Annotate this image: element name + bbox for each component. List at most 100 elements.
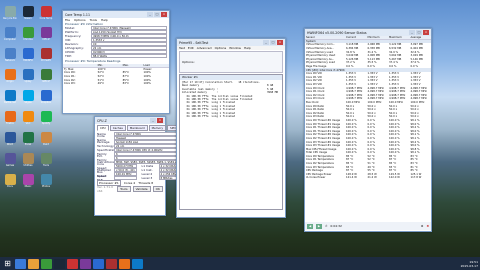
taskbar-app-icon[interactable] xyxy=(132,258,143,269)
app-icon xyxy=(22,90,34,101)
sensor-row[interactable]: IA Cores Power 121.4 W 21.2 W 122.0 W 117.8 … xyxy=(305,176,431,180)
desktop-icon[interactable]: Core Temp xyxy=(38,6,54,25)
tab-mainboard[interactable]: Mainboard xyxy=(126,125,148,131)
taskbar-app-icon[interactable] xyxy=(119,258,130,269)
taskbar-app-icon[interactable] xyxy=(15,258,26,269)
taskbar-app-icon[interactable] xyxy=(106,258,117,269)
forward-arrow-icon[interactable]: ▶ xyxy=(316,223,322,229)
desktop-icon[interactable]: Music xyxy=(20,174,36,193)
close-sensors-icon[interactable]: ✖ xyxy=(426,224,429,228)
validate-button[interactable]: Validate xyxy=(132,186,151,192)
sensor-value: 122.0 W xyxy=(389,176,400,180)
minimize-button[interactable]: _ xyxy=(409,30,415,35)
sensor-row[interactable]: Page File Usage 0.0 % 0.0 % 0.0 % 0.0 % xyxy=(305,65,431,69)
sensor-row[interactable]: Core #1 Thread #0 Usage 100.0 % 0.0 % 100.0… xyxy=(305,126,431,130)
desktop-icon[interactable]: Games xyxy=(2,153,18,172)
desktop-icon[interactable]: HWiNFO xyxy=(20,48,36,67)
desktop-icon[interactable]: Chrome xyxy=(20,27,36,46)
minimize-button[interactable]: _ xyxy=(150,118,156,123)
taskbar-app-icon[interactable] xyxy=(67,258,78,269)
close-button[interactable]: × xyxy=(423,30,429,35)
cpuz-window[interactable]: CPU-Z _× CPUCachesMainboardMemorySPDGrap… xyxy=(94,116,238,216)
menu-item[interactable]: Advanced xyxy=(197,46,212,50)
sensor-row[interactable]: Core #2 Temperature 85 °C 51 °C 85 °C 83 °C xyxy=(305,162,431,166)
cpuz-clocks: Core Speed 5000.27 MHz Multiplier x 50.0 (8… xyxy=(95,162,139,182)
menu-item[interactable]: Help xyxy=(244,46,251,50)
sensor-row[interactable]: Core #0 Thread #0 Usage 100.0 % 0.0 % 100.0… xyxy=(305,119,431,123)
tools-button[interactable]: Tools xyxy=(117,186,131,192)
desktop-icon[interactable]: Utilities xyxy=(20,153,36,172)
hwinfo-titlebar[interactable]: HWiNFO64 v5.00-2090 Sensor Status _ □ × xyxy=(305,29,431,36)
table-row: Core #3: 49°C 83°C 100% xyxy=(63,82,169,86)
desktop-icon-label: Word xyxy=(6,143,14,146)
coretemp-titlebar[interactable]: Core Temp 1.11 _ □ × xyxy=(63,11,169,18)
maximize-button[interactable]: □ xyxy=(154,12,160,17)
desktop-icon[interactable]: Origin xyxy=(2,69,18,88)
taskbar-app-icon[interactable] xyxy=(54,258,65,269)
cpuz-titlebar[interactable]: CPU-Z _ × xyxy=(95,117,165,124)
desktop-icon[interactable]: Battle.net xyxy=(2,90,18,109)
desktop-icon[interactable]: GPU-Z xyxy=(38,69,54,88)
menu-item[interactable]: Options xyxy=(215,46,227,50)
ok-button[interactable]: OK xyxy=(152,186,163,192)
clock-date: 2015-03-17 xyxy=(460,263,478,268)
prime95-titlebar[interactable]: Prime95 - Self-Test _ □ × xyxy=(177,39,285,46)
desktop-icon[interactable]: Paint xyxy=(38,132,54,151)
cpuz-version: Ver. 1.71.0 x64 xyxy=(97,185,114,193)
back-arrow-icon[interactable]: ◀ xyxy=(307,223,313,229)
sensor-row[interactable]: Core #3 Thread #1 Usage 100.0 % 0.0 % 100.0… xyxy=(305,144,431,148)
taskbar-app-icon[interactable] xyxy=(28,258,39,269)
field-label: TDP: xyxy=(65,54,72,58)
desktop-icon[interactable]: Steam xyxy=(20,6,36,25)
settings-icon[interactable]: ⚙ xyxy=(421,224,424,228)
tab-caches[interactable]: Caches xyxy=(109,125,126,131)
desktop-icon[interactable]: Word xyxy=(2,132,18,151)
desktop-icon[interactable]: Network xyxy=(2,48,18,67)
menu-item[interactable]: Edit xyxy=(188,46,194,50)
maximize-button[interactable]: □ xyxy=(270,40,276,45)
coretemp-window[interactable]: Core Temp 1.11 _ □ × File Options Tools Help … xyxy=(62,10,170,114)
prime95-window[interactable]: Prime95 - Self-Test _ □ × Test Edit Advanced… xyxy=(176,38,286,218)
desktop-icon[interactable]: Excel xyxy=(20,132,36,151)
desktop-icon[interactable]: Skype xyxy=(20,90,36,109)
torture-options-panel[interactable]: Options: xyxy=(179,51,283,73)
desktop-icon[interactable]: Prime95 xyxy=(38,48,54,67)
desktop-icon[interactable]: Spotify xyxy=(38,111,54,130)
menu-item[interactable]: Test xyxy=(179,46,185,50)
sensor-row[interactable]: Core #1 Ratio 50.0 x 50.0 x 50.0 x 50.0 x xyxy=(305,108,431,112)
desktop-icon[interactable]: Firefox xyxy=(2,111,18,130)
close-button[interactable]: × xyxy=(161,12,167,17)
desktop-icon[interactable]: VLC xyxy=(20,111,36,130)
desktop-icon[interactable]: Docs xyxy=(2,174,18,193)
desktop-icon[interactable]: CPU-Z xyxy=(38,27,54,46)
field-value: 0x306C3 xyxy=(91,50,167,54)
tab-memory[interactable]: Memory xyxy=(148,125,166,131)
desktop-icon[interactable]: Uplay xyxy=(20,69,36,88)
taskbar-apps xyxy=(15,258,143,269)
hwinfo-window[interactable]: HWiNFO64 v5.00-2090 Sensor Status _ □ × Se… xyxy=(304,28,432,232)
desktop-icon[interactable]: Computer xyxy=(2,27,18,46)
desktop-icon[interactable]: Dropbox xyxy=(38,90,54,109)
sensor-row[interactable]: Core #1 Clock 4,998.7 MHz 4,998.7 MHz 4,998… xyxy=(305,90,431,94)
sensor-name: Core #3 Thread #1 Usage xyxy=(306,144,341,148)
sensor-row[interactable]: Core #2 Thread #1 Usage 100.0 % 0.0 % 100.0… xyxy=(305,137,431,141)
taskbar-app-icon[interactable] xyxy=(80,258,91,269)
desktop-icon[interactable]: Photos xyxy=(38,174,54,193)
app-icon xyxy=(4,111,16,122)
minimize-button[interactable]: _ xyxy=(147,12,153,17)
desktop-icon[interactable]: Recycle Bin xyxy=(2,6,18,25)
taskbar-app-icon[interactable] xyxy=(41,258,52,269)
maximize-button[interactable]: □ xyxy=(416,30,422,35)
tab-cpu[interactable]: CPU xyxy=(97,125,109,131)
menu-item[interactable]: Window xyxy=(229,46,241,50)
temp-max: 83°C xyxy=(122,82,129,86)
taskbar-app-icon[interactable] xyxy=(93,258,104,269)
start-button[interactable]: ⊞ xyxy=(2,259,13,269)
sensor-row[interactable]: Virtual Memory Ava... 6,384 MB 6,358 MB 6,5… xyxy=(305,47,431,51)
close-button[interactable]: × xyxy=(157,118,163,123)
minimize-button[interactable]: _ xyxy=(263,40,269,45)
close-button[interactable]: × xyxy=(277,40,283,45)
field-value: 4998.73MHz (100.0 x 50.0) xyxy=(91,34,167,38)
desktop-icon[interactable]: Tools xyxy=(38,153,54,172)
app-icon xyxy=(40,48,52,59)
